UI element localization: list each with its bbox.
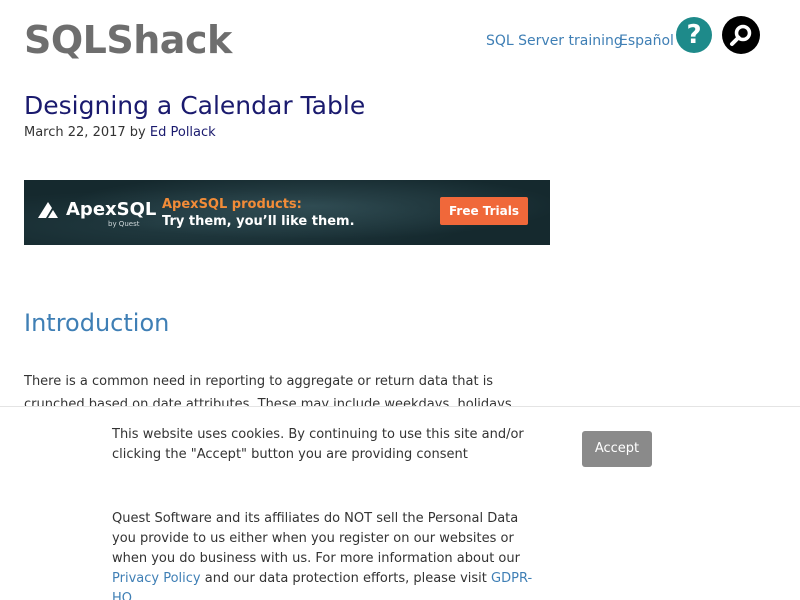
privacy-text-part-2: and our data protection efforts, please … — [204, 571, 487, 586]
privacy-policy-link[interactable]: Privacy Policy — [112, 571, 201, 586]
author-link[interactable]: Ed Pollack — [150, 125, 216, 140]
free-trials-button[interactable]: Free Trials — [440, 197, 528, 225]
banner-byline: by Quest — [108, 220, 140, 228]
page: SQLShack SQL Server training Español ? D… — [0, 0, 800, 600]
privacy-text-part-1: Quest Software and its affiliates do NOT… — [112, 511, 520, 566]
cookie-consent-banner: This website uses cookies. By continuing… — [0, 406, 800, 600]
cookie-consent-text: This website uses cookies. By continuing… — [112, 427, 524, 462]
article-date: March 22, 2017 — [24, 125, 126, 140]
byline-by: by — [129, 125, 146, 140]
magnifier-icon — [730, 24, 752, 46]
article-byline: March 22, 2017 by Ed Pollack — [24, 124, 216, 142]
banner-tagline: Try them, you’ll like them. — [162, 214, 355, 229]
nav-link-sql-server-training[interactable]: SQL Server training — [486, 32, 623, 50]
article-title: Designing a Calendar Table — [24, 91, 366, 120]
apexsql-logo-icon — [38, 202, 58, 218]
help-icon[interactable]: ? — [676, 17, 712, 53]
privacy-notice: Quest Software and its affiliates do NOT… — [112, 509, 542, 600]
apexsql-ad-banner[interactable]: ApexSQL by Quest ApexSQL products: Try t… — [24, 180, 550, 245]
accept-cookies-button[interactable]: Accept — [582, 431, 652, 467]
nav-link-espanol[interactable]: Español — [619, 32, 674, 50]
help-glyph: ? — [686, 20, 702, 50]
banner-headline: ApexSQL products: — [162, 197, 302, 212]
site-logo[interactable]: SQLShack — [24, 16, 232, 64]
search-icon[interactable] — [722, 16, 760, 54]
banner-logo-text: ApexSQL — [66, 199, 157, 220]
section-heading-introduction: Introduction — [24, 309, 170, 337]
